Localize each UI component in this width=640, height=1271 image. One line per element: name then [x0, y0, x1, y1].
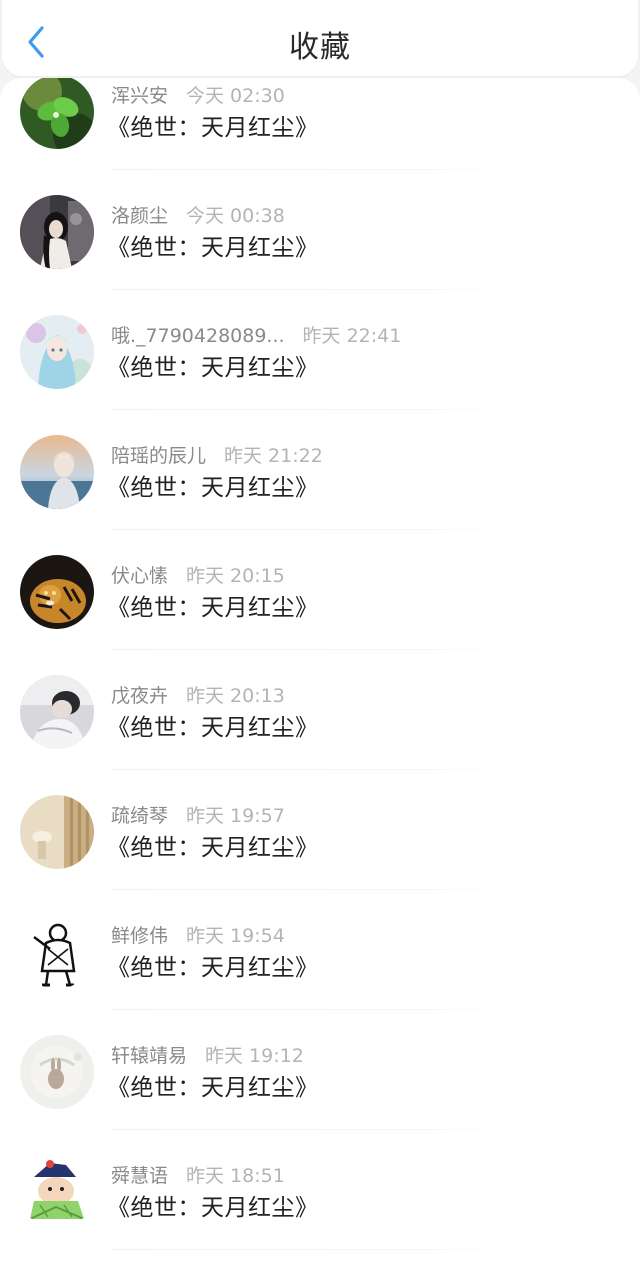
item-meta: 轩辕靖易 昨天 19:12: [111, 1043, 304, 1069]
avatar[interactable]: [20, 915, 94, 989]
favorite-item[interactable]: 舜慧语 昨天 18:51 《绝世：天月红尘》: [0, 1143, 640, 1263]
avatar[interactable]: [20, 195, 94, 269]
item-meta: 洛颜尘 今天 00:38: [111, 203, 285, 229]
header-bar: 收藏: [2, 0, 638, 76]
page-title: 收藏: [289, 30, 351, 65]
avatar[interactable]: [20, 675, 94, 749]
book-title[interactable]: 《绝世：天月红尘》: [107, 951, 319, 985]
favorite-item[interactable]: 戊夜卉 昨天 20:13 《绝世：天月红尘》: [0, 663, 640, 783]
username[interactable]: 戊夜卉: [111, 685, 168, 707]
book-title[interactable]: 《绝世：天月红尘》: [107, 351, 319, 385]
divider: [112, 289, 532, 290]
username[interactable]: 鲜修伟: [111, 925, 168, 947]
favorite-item[interactable]: 哦._7790428089... 昨天 22:41 《绝世：天月红尘》: [0, 303, 640, 423]
avatar[interactable]: [20, 1035, 94, 1109]
divider: [112, 649, 532, 650]
username[interactable]: 陪瑶的辰儿: [111, 445, 206, 467]
divider: [112, 1129, 532, 1130]
divider: [112, 169, 532, 170]
avatar[interactable]: [20, 555, 94, 629]
favorite-item[interactable]: 浑兴安 今天 02:30 《绝世：天月红尘》: [0, 78, 640, 183]
item-meta: 浑兴安 今天 02:30: [111, 83, 285, 109]
divider: [112, 529, 532, 530]
divider: [112, 769, 532, 770]
username[interactable]: 浑兴安: [111, 85, 168, 107]
timestamp: 昨天 19:57: [186, 805, 285, 827]
favorite-item[interactable]: 疏绮琴 昨天 19:57 《绝世：天月红尘》: [0, 783, 640, 903]
avatar[interactable]: [20, 78, 94, 149]
timestamp: 昨天 20:15: [186, 565, 285, 587]
favorite-item[interactable]: 陪瑶的辰儿 昨天 21:22 《绝世：天月红尘》: [0, 423, 640, 543]
book-title[interactable]: 《绝世：天月红尘》: [107, 831, 319, 865]
item-meta: 陪瑶的辰儿 昨天 21:22: [111, 443, 323, 469]
avatar[interactable]: [20, 435, 94, 509]
username[interactable]: 洛颜尘: [111, 205, 168, 227]
timestamp: 昨天 22:41: [302, 325, 402, 347]
username[interactable]: 轩辕靖易: [111, 1045, 187, 1067]
favorite-item[interactable]: 鲜修伟 昨天 19:54 《绝世：天月红尘》: [0, 903, 640, 1023]
favorites-panel: 浑兴安 今天 02:30 《绝世：天月红尘》 洛颜尘 今天 00:38 《绝世：…: [0, 78, 640, 1271]
item-meta: 疏绮琴 昨天 19:57: [111, 803, 285, 829]
timestamp: 昨天 19:54: [186, 925, 285, 947]
book-title[interactable]: 《绝世：天月红尘》: [107, 591, 319, 625]
divider: [112, 1009, 532, 1010]
username[interactable]: 舜慧语: [111, 1165, 168, 1187]
timestamp: 昨天 20:13: [186, 685, 285, 707]
item-meta: 伏心愫 昨天 20:15: [111, 563, 285, 589]
timestamp: 昨天 18:51: [186, 1165, 285, 1187]
avatar[interactable]: [20, 795, 94, 869]
book-title[interactable]: 《绝世：天月红尘》: [107, 1191, 319, 1225]
avatar[interactable]: [20, 1155, 94, 1229]
divider: [112, 1249, 532, 1250]
favorites-list: 浑兴安 今天 02:30 《绝世：天月红尘》 洛颜尘 今天 00:38 《绝世：…: [0, 78, 640, 1263]
timestamp: 昨天 21:22: [224, 445, 323, 467]
username[interactable]: 伏心愫: [111, 565, 168, 587]
username[interactable]: 哦._7790428089...: [111, 325, 285, 347]
book-title[interactable]: 《绝世：天月红尘》: [107, 711, 319, 745]
item-meta: 戊夜卉 昨天 20:13: [111, 683, 285, 709]
item-meta: 哦._7790428089... 昨天 22:41: [111, 323, 401, 349]
avatar[interactable]: [20, 315, 94, 389]
favorite-item[interactable]: 轩辕靖易 昨天 19:12 《绝世：天月红尘》: [0, 1023, 640, 1143]
favorite-item[interactable]: 伏心愫 昨天 20:15 《绝世：天月红尘》: [0, 543, 640, 663]
timestamp: 今天 02:30: [186, 85, 285, 107]
book-title[interactable]: 《绝世：天月红尘》: [107, 1071, 319, 1105]
favorite-item[interactable]: 洛颜尘 今天 00:38 《绝世：天月红尘》: [0, 183, 640, 303]
book-title[interactable]: 《绝世：天月红尘》: [107, 111, 319, 145]
item-meta: 鲜修伟 昨天 19:54: [111, 923, 285, 949]
username[interactable]: 疏绮琴: [111, 805, 168, 827]
book-title[interactable]: 《绝世：天月红尘》: [107, 231, 319, 265]
timestamp: 昨天 19:12: [205, 1045, 304, 1067]
book-title[interactable]: 《绝世：天月红尘》: [107, 471, 319, 505]
divider: [112, 409, 532, 410]
item-meta: 舜慧语 昨天 18:51: [111, 1163, 285, 1189]
divider: [112, 889, 532, 890]
timestamp: 今天 00:38: [186, 205, 285, 227]
